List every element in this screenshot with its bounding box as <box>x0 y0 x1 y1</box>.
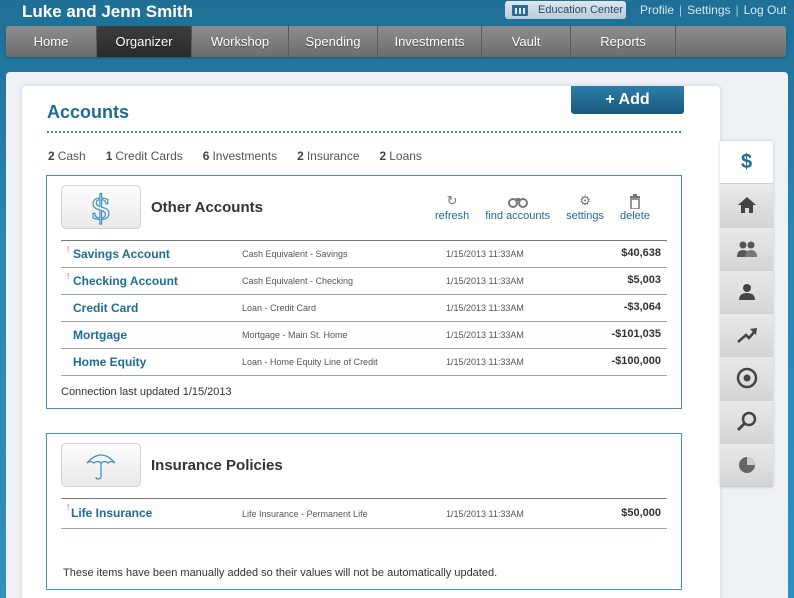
gears-icon: ⚙ <box>579 193 591 208</box>
side-tab-target[interactable] <box>720 357 773 401</box>
nav-home[interactable]: Home <box>6 26 97 57</box>
svg-text:$: $ <box>90 189 112 225</box>
alert-flag: ! <box>67 503 70 512</box>
policy-type: Life Insurance - Permanent Life <box>242 509 368 519</box>
trash-icon <box>629 192 641 210</box>
nav-investments[interactable]: Investments <box>378 26 482 57</box>
magnifier-icon <box>736 411 756 431</box>
insurance-policies-title: Insurance Policies <box>151 457 283 474</box>
insurance-table: ! Life Insurance Life Insurance - Perman… <box>61 498 667 529</box>
target-icon <box>736 368 757 389</box>
top-bar: Luke and Jenn Smith Education Center Pro… <box>0 0 794 24</box>
education-center-button[interactable]: Education Center <box>505 1 626 19</box>
account-type: Cash Equivalent - Checking <box>242 276 354 286</box>
alert-flag: ! <box>67 272 70 281</box>
family-icon <box>736 241 757 257</box>
account-date: 1/15/2013 11:33AM <box>446 249 524 259</box>
pie-chart-icon <box>738 456 755 473</box>
account-type: Loan - Home Equity Line of Credit <box>242 357 378 367</box>
count-investments[interactable]: 6 Investments <box>203 149 277 163</box>
side-tab-dollar[interactable]: $ <box>720 141 773 185</box>
manual-items-note: These items have been manually added so … <box>63 567 498 579</box>
account-date: 1/15/2013 11:33AM <box>446 303 524 313</box>
accounts-table: ! Savings Account Cash Equivalent - Savi… <box>61 240 667 376</box>
delete-button[interactable]: delete <box>620 192 650 222</box>
alert-flag: ! <box>67 245 70 254</box>
dollar-sketch-icon: $ <box>61 185 141 229</box>
side-tab-reports[interactable] <box>720 443 773 487</box>
account-counts: 2 Cash 1 Credit Cards 6 Investments 2 Insura… <box>48 149 442 163</box>
profile-link[interactable]: Profile <box>640 3 674 17</box>
account-type: Loan - Credit Card <box>242 303 317 313</box>
trend-arrow-icon <box>736 328 757 344</box>
nav-spacer <box>676 26 786 57</box>
refresh-icon: ↻ <box>446 193 458 208</box>
binoculars-icon <box>507 192 529 210</box>
connection-status: Connection last updated 1/15/2013 <box>61 386 232 398</box>
accounts-panel: Accounts + Add 2 Cash 1 Credit Cards 6 Inve… <box>22 86 720 598</box>
count-cash[interactable]: 2 Cash <box>48 149 86 163</box>
side-tab-trend[interactable] <box>720 314 773 358</box>
account-date: 1/15/2013 11:33AM <box>446 357 524 367</box>
title-divider <box>47 131 681 133</box>
add-account-button[interactable]: + Add <box>571 86 684 114</box>
table-row[interactable]: Home Equity Loan - Home Equity Line of C… <box>61 349 667 376</box>
side-tab-home[interactable] <box>720 184 773 228</box>
account-links: Profile | Settings | Log Out <box>640 3 787 17</box>
side-tab-family[interactable] <box>720 227 773 271</box>
count-loans[interactable]: 2 Loans <box>380 149 422 163</box>
find-accounts-button[interactable]: find accounts <box>485 192 550 222</box>
main-nav: Home Organizer Workshop Spending Investm… <box>6 26 786 57</box>
policy-date: 1/15/2013 11:33AM <box>446 509 524 519</box>
account-date: 1/15/2013 11:33AM <box>446 330 524 340</box>
count-insurance[interactable]: 2 Insurance <box>297 149 359 163</box>
side-tab-search[interactable] <box>720 400 773 444</box>
account-name[interactable]: Home Equity <box>73 355 146 369</box>
nav-reports[interactable]: Reports <box>571 26 676 57</box>
table-row[interactable]: Credit Card Loan - Credit Card 1/15/2013… <box>61 295 667 322</box>
table-row[interactable]: ! Checking Account Cash Equivalent - Che… <box>61 268 667 295</box>
page-title: Accounts <box>47 102 130 122</box>
table-row[interactable]: ! Life Insurance Life Insurance - Perman… <box>61 499 667 529</box>
table-row[interactable]: Mortgage Mortgage - Main St. Home 1/15/2… <box>61 322 667 349</box>
person-icon <box>738 283 755 300</box>
side-tabs: $ <box>720 141 773 487</box>
account-amount: -$3,064 <box>623 301 661 313</box>
policy-name[interactable]: Life Insurance <box>71 506 152 520</box>
table-row[interactable]: ! Savings Account Cash Equivalent - Savi… <box>61 241 667 268</box>
account-type: Mortgage - Main St. Home <box>242 330 348 340</box>
account-name[interactable]: Credit Card <box>73 301 138 315</box>
account-amount: -$100,000 <box>611 355 661 367</box>
account-amount: -$101,035 <box>611 328 661 340</box>
logout-link[interactable]: Log Out <box>744 3 787 17</box>
count-credit-cards[interactable]: 1 Credit Cards <box>106 149 183 163</box>
umbrella-sketch-icon <box>61 443 141 487</box>
settings-button[interactable]: ⚙ settings <box>566 192 604 222</box>
account-date: 1/15/2013 11:33AM <box>446 276 524 286</box>
refresh-button[interactable]: ↻ refresh <box>435 192 469 222</box>
user-name: Luke and Jenn Smith <box>22 2 193 21</box>
insurance-policies-card: Insurance Policies ! Life Insurance Life… <box>46 433 682 590</box>
account-amount: $5,003 <box>627 274 661 286</box>
nav-vault[interactable]: Vault <box>482 26 571 57</box>
settings-link[interactable]: Settings <box>687 3 730 17</box>
card-actions: ↻ refresh find accounts ⚙ settings delet… <box>435 192 650 222</box>
policy-amount: $50,000 <box>621 507 661 519</box>
side-tab-person[interactable] <box>720 270 773 314</box>
account-name[interactable]: Mortgage <box>73 328 127 342</box>
education-center-label: Education Center <box>538 4 623 16</box>
account-type: Cash Equivalent - Savings <box>242 249 348 259</box>
account-amount: $40,638 <box>621 247 661 259</box>
account-name[interactable]: Checking Account <box>73 274 178 288</box>
bank-icon <box>512 4 528 16</box>
account-name[interactable]: Savings Account <box>73 247 170 261</box>
dollar-icon: $ <box>740 150 753 173</box>
other-accounts-card: $ Other Accounts ↻ refresh find accounts… <box>46 175 682 409</box>
other-accounts-title: Other Accounts <box>151 199 263 216</box>
nav-workshop[interactable]: Workshop <box>192 26 289 57</box>
nav-spending[interactable]: Spending <box>289 26 378 57</box>
nav-organizer[interactable]: Organizer <box>97 26 192 57</box>
home-icon <box>737 197 756 214</box>
